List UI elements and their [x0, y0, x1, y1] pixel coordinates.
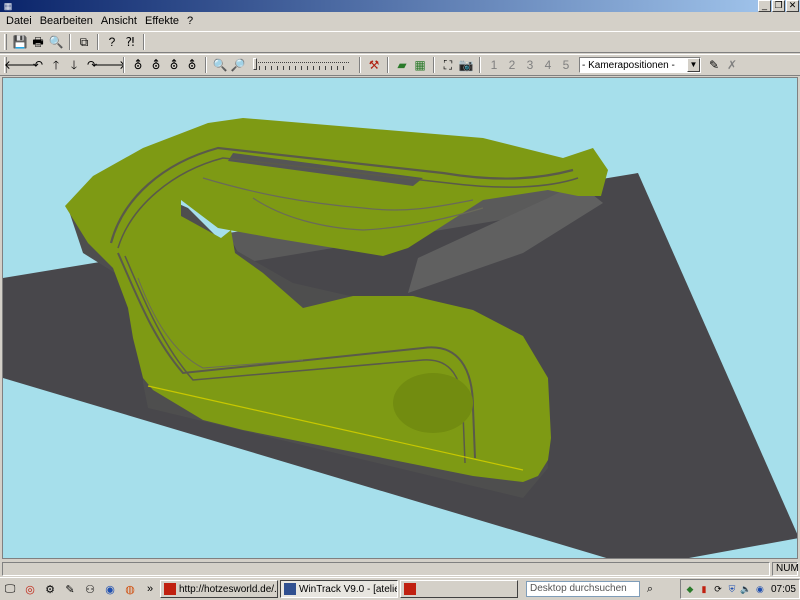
tray-network-icon[interactable]: ◉ — [754, 583, 766, 595]
tray-update-icon[interactable]: ⟳ — [712, 583, 724, 595]
terrain-grid-icon[interactable]: ▦ — [411, 56, 429, 74]
copy-icon[interactable]: ⧉ — [75, 33, 93, 51]
edit-icon[interactable]: ✎ — [62, 581, 78, 597]
toolbar-separator — [97, 34, 99, 50]
camera-preset-5-icon[interactable]: 5 — [557, 56, 575, 74]
camera-reset-icon[interactable]: ⛢ — [183, 56, 201, 74]
camera-preset-5-label: 5 — [562, 58, 570, 72]
camera-position-select[interactable]: - Kamerapositionen - ▼ — [579, 57, 701, 73]
camera-tilt-down-icon[interactable]: ⛢ — [165, 56, 183, 74]
toolbar-separator — [479, 57, 481, 73]
move-down-icon[interactable]: 🡓 — [65, 56, 83, 74]
settings-icon[interactable]: ⚙ — [42, 581, 58, 597]
terrain-hill — [393, 373, 473, 433]
camera-position-value: - Kamerapositionen - — [582, 59, 675, 71]
minimize-button[interactable]: _ — [758, 0, 771, 12]
menu-bar: Datei Bearbeiten Ansicht Effekte ? — [0, 12, 800, 30]
quicklaunch-more-icon[interactable]: » — [142, 581, 158, 597]
print-preview-icon[interactable]: 🔍 — [47, 33, 65, 51]
search-icon[interactable]: ⌕ — [642, 581, 658, 597]
network-icon[interactable]: ⚇ — [82, 581, 98, 597]
camera-preset-4-label: 4 — [544, 58, 552, 72]
task-browser-label: http://hotzesworld.de/... — [179, 583, 278, 595]
toolbar-separator — [205, 57, 207, 73]
slider-ticks — [253, 66, 349, 70]
help-icon[interactable]: ? — [103, 33, 121, 51]
print-icon[interactable]: 🖶 — [29, 33, 47, 51]
camera-preset-1-label: 1 — [490, 58, 498, 72]
tray-volume-icon[interactable]: 🔈 — [740, 583, 752, 595]
toolbar-separator — [123, 57, 125, 73]
num-lock-indicator: NUM — [772, 561, 799, 576]
close-button[interactable]: ✕ — [786, 0, 799, 12]
tray-antivirus-icon[interactable]: ▮ — [698, 583, 710, 595]
toolbar-separator — [143, 34, 145, 50]
zoom-slider[interactable] — [251, 56, 351, 74]
opera-icon[interactable]: ◎ — [22, 581, 38, 597]
zoom-in-icon[interactable]: 🔎 — [229, 56, 247, 74]
3d-viewport[interactable] — [2, 77, 798, 559]
toolbar-grip[interactable] — [4, 34, 7, 50]
status-message — [2, 561, 770, 576]
move-left-icon[interactable]: 🡐 — [4, 56, 36, 74]
task-browser[interactable]: http://hotzesworld.de/... — [160, 580, 278, 598]
desktop-icon[interactable]: 🖵 — [2, 581, 18, 597]
wintrack-window: ▦ _ ❐ ✕ Datei Bearbeiten Ansicht Effekte… — [0, 0, 800, 600]
chevron-down-icon[interactable]: ▼ — [687, 58, 700, 72]
menu-ansicht[interactable]: Ansicht — [97, 12, 141, 30]
standard-toolbar: 💾 🖶 🔍 ⧉ ? ⁈ — [0, 31, 800, 53]
move-right-icon[interactable]: 🡒 — [94, 56, 126, 74]
fit-view-icon[interactable]: ⛶ — [439, 56, 457, 74]
app-icon[interactable]: ▦ — [2, 0, 14, 12]
firefox-icon[interactable]: ◍ — [122, 581, 138, 597]
browser-icon[interactable]: ◉ — [102, 581, 118, 597]
window-controls: _ ❐ ✕ — [758, 0, 799, 12]
title-bar[interactable]: ▦ _ ❐ ✕ — [0, 0, 800, 12]
camera-tilt-up-icon[interactable]: ⛢ — [147, 56, 165, 74]
camera-icon[interactable]: 📷 — [457, 56, 475, 74]
camera-preset-2-icon[interactable]: 2 — [503, 56, 521, 74]
menu-help[interactable]: ? — [183, 12, 197, 30]
camera-orbit-icon[interactable]: ⛢ — [129, 56, 147, 74]
task-3d-view[interactable] — [400, 580, 518, 598]
terrain-solid-icon[interactable]: ▰ — [393, 56, 411, 74]
wintrack-3d-icon — [404, 583, 416, 595]
menu-effekte[interactable]: Effekte — [141, 12, 183, 30]
track-tool-icon[interactable]: ⚒ — [365, 56, 383, 74]
tray-app-icon[interactable]: ◆ — [684, 583, 696, 595]
toolbar-separator — [69, 34, 71, 50]
desktop-search-input[interactable]: Desktop durchsuchen — [526, 581, 640, 597]
menu-datei[interactable]: Datei — [2, 12, 36, 30]
clock[interactable]: 07:05 — [771, 584, 796, 595]
save-icon[interactable]: 💾 — [11, 33, 29, 51]
camera-preset-3-label: 3 — [526, 58, 534, 72]
menu-bearbeiten[interactable]: Bearbeiten — [36, 12, 97, 30]
layout-3d-render — [3, 118, 797, 558]
toolbar-separator — [387, 57, 389, 73]
zoom-out-icon[interactable]: 🔍 — [211, 56, 229, 74]
tray-security-icon[interactable]: ⛨ — [726, 583, 738, 595]
windows-taskbar: 🖵 ◎ ⚙ ✎ ⚇ ◉ ◍ » http://hotzesworld.de/..… — [0, 577, 800, 600]
camera-preset-2-label: 2 — [508, 58, 516, 72]
task-wintrack[interactable]: WinTrack V9.0 - [atelie... — [280, 580, 398, 598]
camera-preset-4-icon[interactable]: 4 — [539, 56, 557, 74]
toolbar-separator — [433, 57, 435, 73]
move-up-icon[interactable]: 🡑 — [47, 56, 65, 74]
restore-button[interactable]: ❐ — [772, 0, 785, 12]
task-wintrack-label: WinTrack V9.0 - [atelie... — [299, 583, 398, 595]
turn-left-icon[interactable]: ↶ — [29, 56, 47, 74]
camera-delete-icon[interactable]: ✗ — [723, 56, 741, 74]
slider-thumb[interactable] — [253, 58, 257, 70]
system-tray: ◆ ▮ ⟳ ⛨ 🔈 ◉ 07:05 — [679, 579, 800, 599]
toolbar-separator — [359, 57, 361, 73]
camera-save-icon[interactable]: ✎ — [705, 56, 723, 74]
camera-preset-3-icon[interactable]: 3 — [521, 56, 539, 74]
camera-preset-1-icon[interactable]: 1 — [485, 56, 503, 74]
slider-track — [253, 62, 349, 63]
opera-icon — [164, 583, 176, 595]
status-bar: NUM — [0, 560, 800, 577]
context-help-icon[interactable]: ⁈ — [121, 33, 139, 51]
wintrack-icon — [284, 583, 296, 595]
navigation-toolbar: 🡐 ↶ 🡑 🡓 ↷ 🡒 ⛢ ⛢ ⛢ ⛢ 🔍 🔎 ⚒ ▰ ▦ ⛶ 📷 1 2 3 … — [0, 54, 800, 76]
